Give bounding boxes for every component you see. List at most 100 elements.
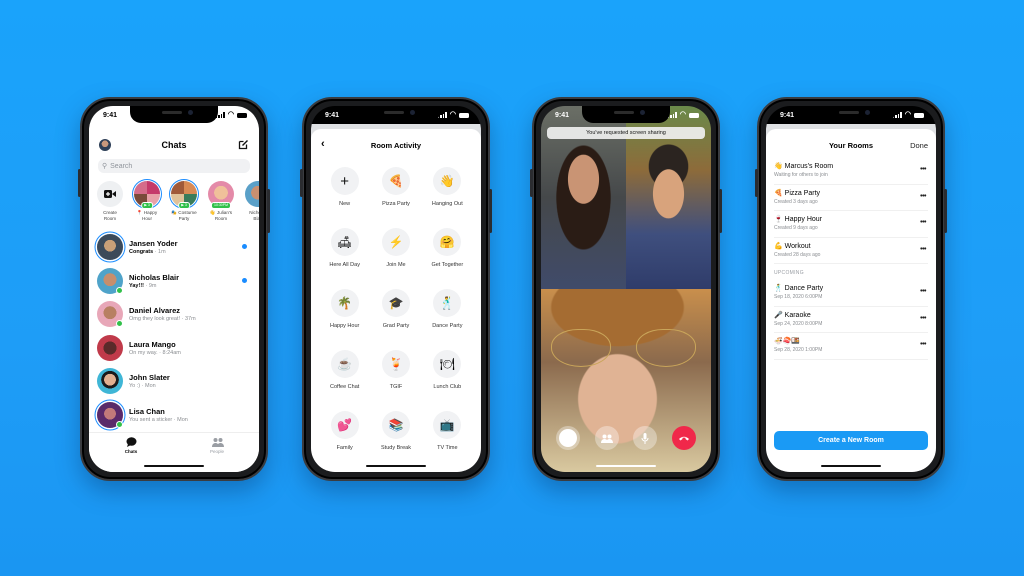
activity-emoji-icon: 👋: [433, 167, 462, 195]
room-subtitle: Created 9 days ago: [774, 225, 818, 231]
conversation-item[interactable]: Nicholas Blair Yay!!! · 9m: [89, 265, 259, 299]
activity-emoji-icon: 🍽: [433, 350, 462, 378]
hang-up-icon: [678, 436, 689, 441]
activity-option[interactable]: ☕ Coffee Chat: [319, 350, 370, 390]
participants-button[interactable]: [594, 426, 619, 450]
status-time: 9:41: [780, 112, 795, 119]
activity-option[interactable]: 👋 Hanging Out: [422, 167, 473, 207]
unread-dot: [242, 244, 247, 249]
glasses-graphic: [551, 329, 696, 369]
microphone-icon: [641, 432, 649, 444]
activity-emoji-icon: 🍕: [381, 167, 410, 195]
activity-option[interactable]: 🛋 Here All Day: [319, 228, 370, 268]
activity-emoji-icon: 💕: [330, 411, 359, 439]
phone-your-rooms: 9:41 ◠ Your Rooms Done 👋 Marcus's Room Wa…: [755, 97, 947, 481]
done-button[interactable]: Done: [910, 141, 928, 150]
activity-option[interactable]: 💕 Family: [319, 411, 370, 451]
people-icon: [600, 434, 613, 443]
room-name: 🕺 Dance Party: [774, 285, 824, 292]
tab-people[interactable]: People: [197, 437, 237, 454]
rooms-list: 👋 Marcus's Room Waiting for others to joi…: [774, 158, 928, 360]
story-nicholas-blair[interactable]: Nicholas Blair: [243, 181, 259, 229]
activity-grid: + New 🍕 Pizza Party 👋 Hanging Out 🛋 Here All Da…: [319, 167, 473, 451]
capture-button[interactable]: [556, 426, 581, 450]
microphone-button[interactable]: [633, 426, 658, 450]
room-item[interactable]: 🎤 Karaoke Sep 24, 2020 8:00PM •••: [774, 307, 928, 333]
more-options-icon[interactable]: •••: [920, 315, 926, 322]
activity-option[interactable]: 🍕 Pizza Party: [370, 167, 421, 207]
story-label: 🎭 Costume Party: [171, 210, 197, 221]
story-label: Nicholas Blair: [249, 210, 259, 221]
create-new-room-button[interactable]: Create a New Room: [774, 431, 928, 450]
story-costume-party[interactable]: ▶ 3 🎭 Costume Party: [169, 181, 199, 229]
activity-option[interactable]: + New: [319, 167, 370, 207]
activity-option[interactable]: 📺 TV Time: [422, 411, 473, 451]
conversation-item[interactable]: Jansen Yoder Congrats · 1m: [89, 231, 259, 265]
battery-icon: [237, 112, 247, 118]
more-options-icon[interactable]: •••: [920, 193, 926, 200]
search-input[interactable]: ⚲ Search: [98, 159, 250, 173]
room-item[interactable]: 🍷 Happy Hour Created 9 days ago •••: [774, 211, 928, 238]
activity-option[interactable]: ⚡ Join Me: [370, 228, 421, 268]
activity-label: Here All Day: [329, 262, 360, 268]
your-rooms-screen: 9:41 ◠ Your Rooms Done 👋 Marcus's Room Wa…: [766, 106, 936, 472]
activity-option[interactable]: 🎓 Grad Party: [370, 289, 421, 329]
more-options-icon[interactable]: •••: [920, 219, 926, 226]
conversation-item[interactable]: John Slater Yo :) · Mon: [89, 365, 259, 399]
conversation-item[interactable]: Laura Mango On my way. · 8:24am: [89, 332, 259, 366]
conversation-item[interactable]: Daniel Alvarez Omg they look great! · 37…: [89, 298, 259, 332]
contact-avatar: [245, 181, 259, 207]
activity-option[interactable]: 🕺 Dance Party: [422, 289, 473, 329]
phone-chats: 9:41 ◠ Chats ⚲ Search Create Room ▶ 3 📍 …: [78, 97, 270, 481]
room-item[interactable]: 🍕 Pizza Party Created 3 days ago •••: [774, 185, 928, 211]
battery-icon: [459, 112, 469, 118]
page-title: Room Activity: [370, 141, 422, 150]
activity-label: Grad Party: [382, 323, 410, 329]
activity-label: New: [339, 201, 351, 207]
status-time: 9:41: [555, 112, 570, 119]
chats-header: Chats: [89, 136, 259, 154]
more-options-icon[interactable]: •••: [920, 288, 926, 295]
activity-emoji-icon: 🕺: [433, 289, 462, 317]
room-item[interactable]: 👋 Marcus's Room Waiting for others to joi…: [774, 158, 928, 185]
message-preview: On my way. · 8:24am: [129, 349, 181, 356]
phone-room-activity: 9:41 ◠ ‹ Room Activity + New 🍕 Pizza Party 👋…: [300, 97, 492, 481]
end-call-button[interactable]: [671, 426, 696, 450]
compose-icon[interactable]: [238, 139, 249, 150]
activity-option[interactable]: 🍽 Lunch Club: [422, 350, 473, 390]
home-indicator: [144, 464, 204, 467]
conversation-list: Jansen Yoder Congrats · 1m Nicholas Blai…: [89, 231, 259, 432]
more-options-icon[interactable]: •••: [920, 166, 926, 173]
wifi-icon: ◠: [904, 111, 911, 118]
tab-chats[interactable]: Chats: [111, 437, 151, 454]
message-preview: You sent a sticker · Mon: [129, 416, 188, 423]
contact-name: Lisa Chan: [129, 406, 165, 416]
room-avatar: ▶ 3: [171, 181, 197, 209]
activity-option[interactable]: 📚 Study Break: [370, 411, 421, 451]
more-options-icon[interactable]: •••: [920, 246, 926, 253]
more-options-icon[interactable]: •••: [920, 341, 926, 348]
conversation-item[interactable]: Lisa Chan You sent a sticker · Mon: [89, 399, 259, 433]
message-preview: Omg they look great! · 37m: [129, 316, 196, 322]
room-subtitle: Sep 24, 2020 8:00PM: [774, 320, 823, 327]
room-name: 🍷 Happy Hour: [774, 216, 823, 223]
story-happy-hour[interactable]: ▶ 3 📍 Happy Hour: [132, 181, 162, 229]
story-julians-room[interactable]: 10:30PM 👋 Julian's Room: [206, 181, 236, 229]
activity-label: Family: [336, 445, 353, 451]
activity-option[interactable]: 🍹 TGIF: [370, 350, 421, 390]
room-subtitle: Created 3 days ago: [774, 198, 818, 205]
activity-emoji-icon: ☕: [330, 350, 359, 378]
room-item[interactable]: 🍜🍣🍱 Sep 28, 2020 1:00PM •••: [774, 333, 928, 360]
room-name: 🎤 Karaoke: [774, 311, 811, 319]
story-create-room[interactable]: Create Room: [95, 181, 125, 229]
room-item[interactable]: 💪 Workout Created 28 days ago •••: [774, 238, 928, 264]
room-avatar: 10:30PM: [208, 181, 234, 209]
contact-name: John Slater: [129, 373, 170, 382]
activity-emoji-icon: 🌴: [330, 289, 359, 317]
avatar: [97, 334, 123, 361]
activity-option[interactable]: 🤗 Get Together: [422, 228, 473, 268]
room-item[interactable]: 🕺 Dance Party Sep 18, 2020 6:00PM •••: [774, 280, 928, 307]
activity-option[interactable]: 🌴 Happy Hour: [319, 289, 370, 329]
activity-label: Join Me: [386, 262, 406, 268]
room-name: 🍕 Pizza Party: [774, 189, 821, 197]
